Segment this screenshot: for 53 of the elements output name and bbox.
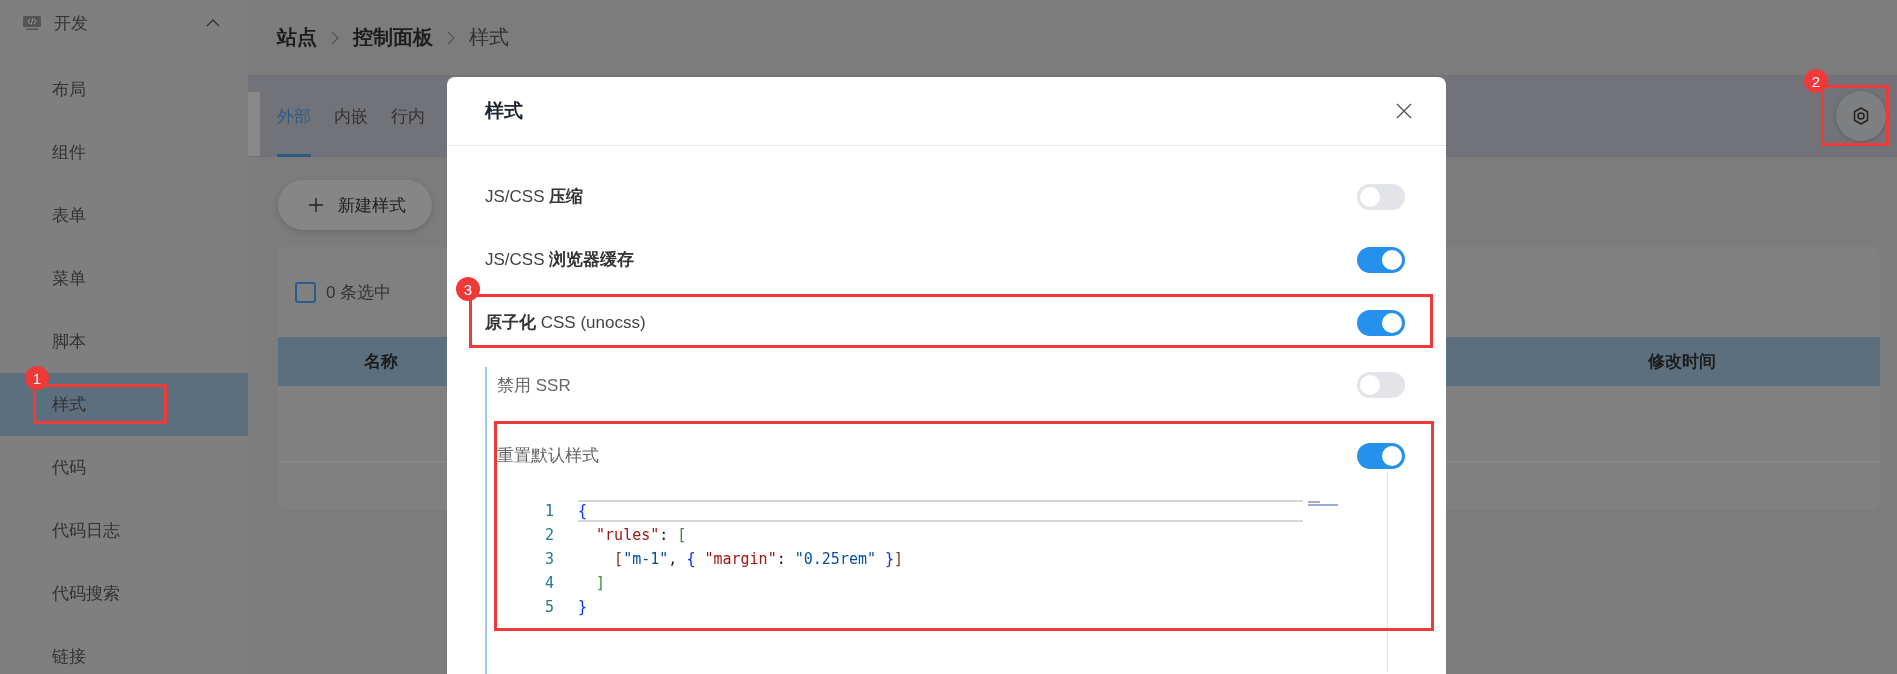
line-number: 3 xyxy=(543,550,555,568)
code-monitor-icon xyxy=(22,15,42,31)
sidebar-group[interactable]: 开发 xyxy=(0,0,248,46)
new-style-button[interactable]: 新建样式 xyxy=(278,180,432,230)
tab[interactable]: 内嵌 xyxy=(334,75,368,157)
settings-button[interactable] xyxy=(1836,91,1886,141)
annotation-badge: 2 xyxy=(1804,69,1828,93)
sidebar-item[interactable]: 链接 xyxy=(0,625,248,674)
sidebar-item[interactable]: 代码日志 xyxy=(0,499,248,562)
sidebar-item[interactable]: 布局 xyxy=(0,58,248,121)
toggle-switch[interactable] xyxy=(1357,442,1405,469)
annotation-badge: 3 xyxy=(456,277,480,301)
breadcrumb-link[interactable]: 站点 xyxy=(277,24,317,51)
setting-label: 禁用 SSR xyxy=(497,374,571,397)
code-line: { xyxy=(578,500,1303,522)
sidebar-item[interactable]: 组件 xyxy=(0,121,248,184)
annotation-badge: 1 xyxy=(25,366,49,390)
checkbox[interactable] xyxy=(295,281,316,303)
gear-icon xyxy=(1851,106,1871,126)
setting-label: JS/CSS 浏览器缓存 xyxy=(485,249,635,271)
line-number: 4 xyxy=(543,574,555,592)
code-line: "rules": [ xyxy=(595,525,688,546)
toggle-switch[interactable] xyxy=(1357,372,1405,398)
close-icon xyxy=(1396,103,1412,119)
tab[interactable]: 行内 xyxy=(391,75,425,157)
chevron-right-icon xyxy=(447,30,455,45)
setting-label: 重置默认样式 xyxy=(497,445,599,467)
toggle-switch[interactable] xyxy=(1357,309,1405,336)
group-label: 开发 xyxy=(54,12,89,35)
sidebar-item[interactable]: 代码搜索 xyxy=(0,562,248,625)
chevron-icon xyxy=(206,19,220,27)
column-header: 修改时间 xyxy=(1647,351,1717,373)
sidebar-item[interactable]: 菜单 xyxy=(0,247,248,310)
toggle-switch[interactable] xyxy=(1357,246,1405,273)
line-number: 1 xyxy=(543,502,555,520)
line-number: 5 xyxy=(543,598,555,616)
plus-icon xyxy=(308,197,324,213)
selection-count: 0 条选中 xyxy=(326,281,392,304)
annotation-frame xyxy=(1821,85,1889,146)
column-header: 名称 xyxy=(362,351,399,373)
chevron-right-icon xyxy=(331,30,339,45)
toggle-switch[interactable] xyxy=(1357,183,1405,210)
code-editor[interactable]: 1 { 2 "rules": [ 3 ["m-1", { "margin": "0.25rem" }] 4 ] 5 } xyxy=(509,499,1391,621)
line-number: 2 xyxy=(543,526,555,544)
sidebar-item[interactable]: 代码 xyxy=(0,436,248,499)
code-line: ["m-1", { "margin": "0.25rem" }] xyxy=(613,549,905,570)
setting-label: JS/CSS 压缩 xyxy=(485,186,584,208)
code-line: ] xyxy=(595,573,607,594)
setting-label: 原子化 CSS (unocss) xyxy=(485,312,646,334)
code-line: } xyxy=(578,597,589,618)
dialog-title: 样式 xyxy=(485,99,523,123)
sidebar-item[interactable]: 表单 xyxy=(0,184,248,247)
breadcrumb-link[interactable]: 控制面板 xyxy=(353,24,433,51)
